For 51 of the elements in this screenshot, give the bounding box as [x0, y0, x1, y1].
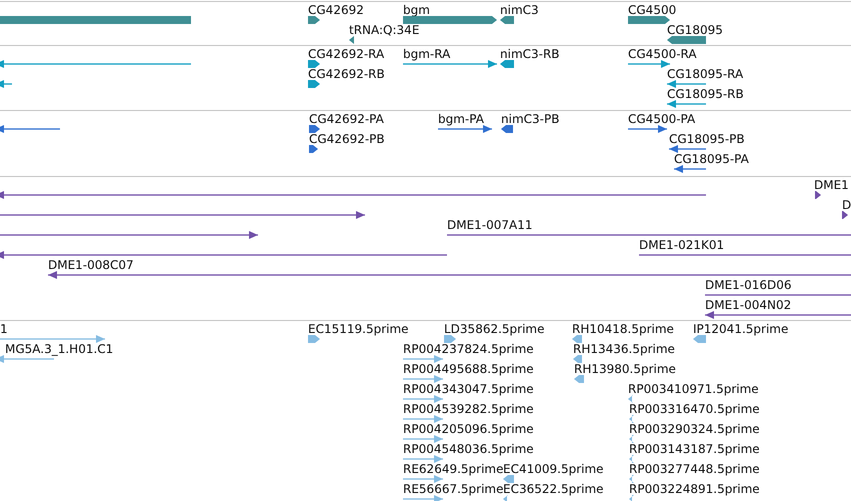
feature-label: CG18095-RA: [667, 67, 744, 81]
feature-label: CG4500-RA: [628, 47, 697, 61]
feature-label: RP003143187.5prime: [629, 442, 760, 456]
feature-label: MG5A.3_1.H01.C1: [5, 342, 114, 356]
feature-label: CG18095-PB: [669, 132, 745, 146]
feature-label: RE62649.5prime: [403, 462, 504, 476]
feature-label: LD35862.5prime: [444, 322, 545, 336]
feature-label: DME1-007A11: [447, 218, 533, 232]
feature-label: RP003224891.5prime: [629, 482, 760, 496]
feature-label: RP004548036.5prime: [403, 442, 534, 456]
feature-label: bgm-RA: [403, 47, 450, 61]
feature-label: RH10418.5prime: [572, 322, 674, 336]
feature-label: EC15119.5prime: [308, 322, 409, 336]
feature-label: RP003316470.5prime: [629, 402, 760, 416]
feature-label: RP003290324.5prime: [629, 422, 760, 436]
feature-label: DME1-008C07: [48, 258, 134, 272]
feature-label: DME1: [814, 178, 849, 192]
feature-label: RP004205096.5prime: [403, 422, 534, 436]
feature-label: IP12041.5prime: [693, 322, 788, 336]
feature-label: D: [842, 198, 851, 212]
feature-label: RP004343047.5prime: [403, 382, 534, 396]
feature-label: DME1-021K01: [639, 238, 724, 252]
feature-label: EC36522.5prime: [503, 482, 604, 496]
feature-label: CG18095-RB: [667, 87, 744, 101]
feature-label: RH13980.5prime: [574, 362, 676, 376]
feature-label: CG42692-PB: [309, 132, 385, 146]
feature-label: CG18095: [667, 23, 723, 37]
feature-label: RP004495688.5prime: [403, 362, 534, 376]
feature-label: DME1-016D06: [705, 278, 792, 292]
feature-label: DME1-004N02: [705, 298, 792, 312]
feature-label: RE56667.5prime: [403, 482, 504, 496]
feature-label: RP004237824.5prime: [403, 342, 534, 356]
feature-label: RP004539282.5prime: [403, 402, 534, 416]
feature-label: tRNA:Q:34E: [349, 23, 420, 37]
feature-label: nimC3-RB: [500, 47, 560, 61]
feature-label: CG18095-PA: [674, 152, 749, 166]
feature-label: nimC3: [500, 3, 539, 17]
feature-label: 1: [0, 322, 8, 336]
feature-label: bgm: [403, 3, 430, 17]
feature-label: CG42692-RA: [308, 47, 384, 61]
feature-label: bgm-PA: [438, 112, 484, 126]
feature-label: EC41009.5prime: [503, 462, 604, 476]
feature-label: RP003277448.5prime: [629, 462, 760, 476]
feature-label: RH13436.5prime: [573, 342, 675, 356]
feature-label: CG4500: [628, 3, 676, 17]
feature-label: CG42692-RB: [308, 67, 385, 81]
feature-label: CG42692-PA: [309, 112, 384, 126]
feature-label: nimC3-PB: [501, 112, 560, 126]
feature-label: CG4500-PA: [628, 112, 696, 126]
feature-label: CG42692: [308, 3, 364, 17]
feature-label: RP003410971.5prime: [628, 382, 759, 396]
